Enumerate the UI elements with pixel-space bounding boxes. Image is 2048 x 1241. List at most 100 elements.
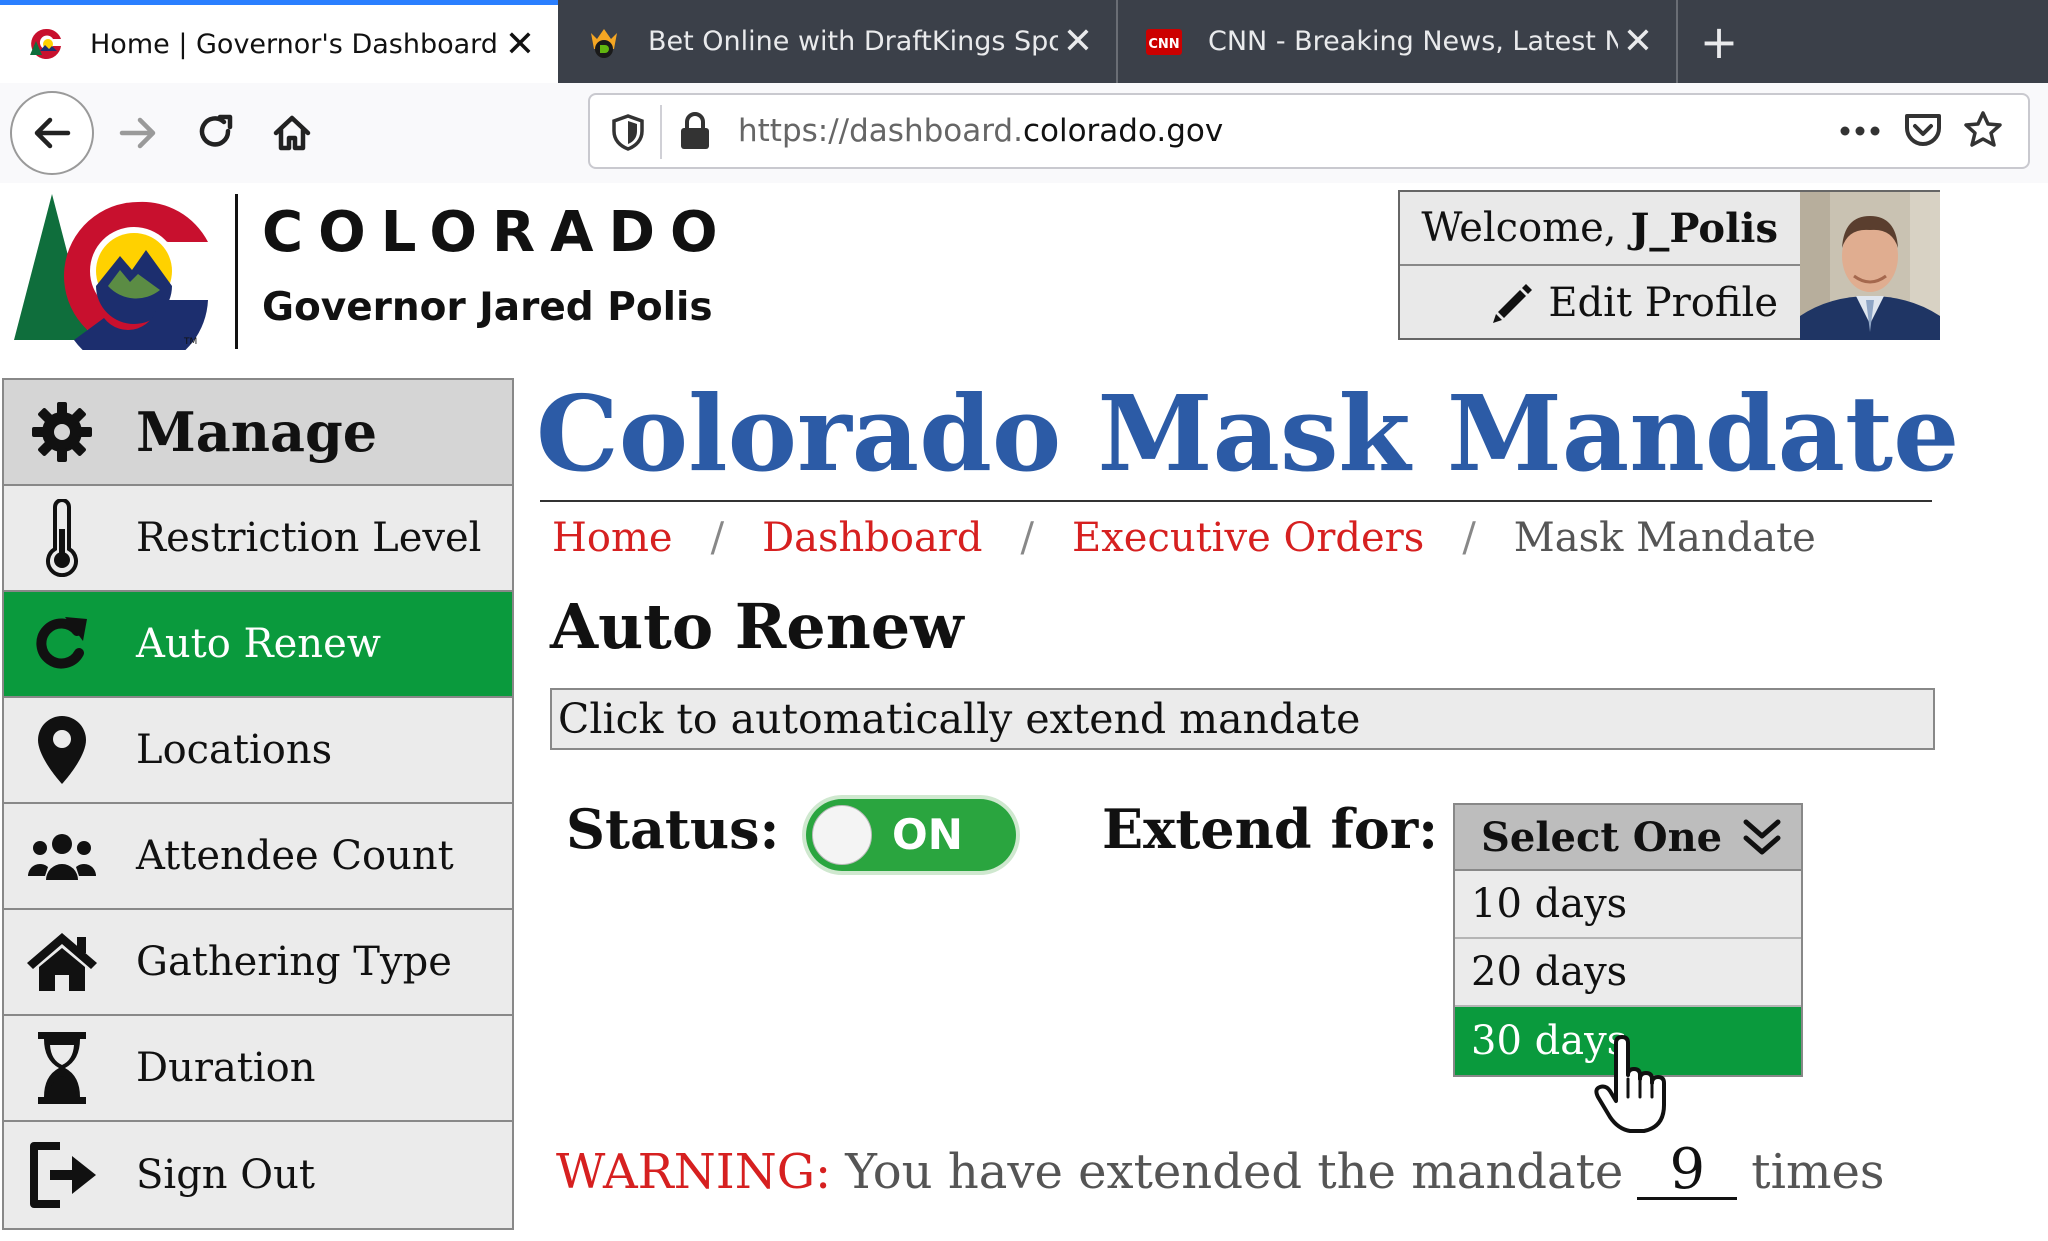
dropdown-placeholder: Select One bbox=[1481, 813, 1723, 861]
tab-title: Home | Governor's Dashboard bbox=[90, 28, 498, 60]
close-tab-icon[interactable]: ✕ bbox=[500, 24, 540, 65]
warning-suffix: times bbox=[1751, 1144, 1885, 1200]
hand-pointer-cursor-icon bbox=[1594, 1035, 1666, 1133]
warning-message: WARNING: You have extended the mandate 9… bbox=[556, 1142, 1885, 1200]
breadcrumb-dashboard[interactable]: Dashboard bbox=[762, 515, 982, 561]
url-domain: colorado.gov bbox=[1022, 113, 1224, 149]
lock-icon[interactable] bbox=[678, 111, 712, 151]
breadcrumb-current: Mask Mandate bbox=[1513, 515, 1816, 561]
sidebar-item-label: Locations bbox=[136, 727, 333, 773]
breadcrumb-separator: / bbox=[710, 515, 725, 561]
shield-icon[interactable] bbox=[610, 113, 646, 151]
extension-count: 9 bbox=[1637, 1142, 1738, 1200]
pencil-icon bbox=[1493, 284, 1533, 323]
sidebar-item-label: Gathering Type bbox=[136, 939, 452, 985]
tab-title: CNN - Breaking News, Latest N bbox=[1208, 26, 1618, 57]
state-name: COLORADO bbox=[262, 200, 733, 265]
sidebar-item-auto-renew[interactable]: Auto Renew bbox=[4, 592, 512, 698]
url-bar[interactable]: https://dashboard.colorado.gov bbox=[588, 93, 2030, 169]
svg-text:CNN: CNN bbox=[1148, 37, 1179, 52]
more-options-icon[interactable] bbox=[1838, 121, 1882, 141]
warning-prefix: WARNING: bbox=[556, 1144, 832, 1200]
house-icon bbox=[22, 931, 102, 993]
hourglass-icon bbox=[22, 1030, 102, 1106]
url-prefix: https://dashboard. bbox=[738, 113, 1023, 149]
section-title: Auto Renew bbox=[550, 590, 964, 663]
forward-arrow-icon bbox=[119, 117, 156, 149]
sidebar-item-locations[interactable]: Locations bbox=[4, 698, 512, 804]
reload-button[interactable] bbox=[184, 101, 248, 165]
refresh-icon bbox=[22, 613, 102, 675]
breadcrumb-separator: / bbox=[1462, 515, 1476, 561]
pocket-icon[interactable] bbox=[1902, 109, 1944, 151]
draftkings-favicon-icon bbox=[584, 22, 624, 62]
breadcrumb-home[interactable]: Home bbox=[552, 515, 673, 561]
home-button[interactable] bbox=[260, 101, 324, 165]
sidebar-header-label: Manage bbox=[136, 400, 378, 464]
status-toggle[interactable]: ON bbox=[806, 799, 1016, 871]
sidebar-item-label: Restriction Level bbox=[136, 515, 482, 561]
sidebar-item-restriction-level[interactable]: Restriction Level bbox=[4, 486, 512, 592]
sidebar-item-label: Sign Out bbox=[136, 1152, 315, 1198]
edit-profile-button[interactable]: Edit Profile bbox=[1400, 266, 1800, 340]
welcome-label: Welcome, bbox=[1421, 205, 1617, 251]
svg-text:TM: TM bbox=[183, 337, 197, 347]
back-button[interactable] bbox=[10, 91, 94, 175]
tab-governors-dashboard[interactable]: Home | Governor's Dashboard ✕ bbox=[0, 0, 558, 83]
new-tab-button[interactable]: + bbox=[1695, 12, 1743, 72]
sidebar-item-label: Auto Renew bbox=[136, 621, 381, 667]
colorado-favicon-icon bbox=[26, 24, 66, 64]
page-title: Colorado Mask Mandate bbox=[536, 372, 1960, 495]
gear-icon bbox=[22, 400, 102, 464]
sidebar: Manage Restriction Level Auto Renew Loca… bbox=[2, 378, 514, 1230]
tab-bar: Home | Governor's Dashboard ✕ Bet Online… bbox=[0, 0, 2048, 83]
double-chevron-down-icon bbox=[1743, 819, 1781, 855]
avatar[interactable] bbox=[1800, 192, 1940, 340]
logo-divider bbox=[235, 194, 238, 349]
users-icon bbox=[22, 830, 102, 882]
home-icon bbox=[273, 115, 311, 151]
cnn-favicon-icon: CNN bbox=[1144, 22, 1184, 62]
username: J_Polis bbox=[1630, 204, 1778, 252]
forward-button[interactable] bbox=[106, 101, 170, 165]
sign-out-icon bbox=[22, 1140, 102, 1210]
edit-profile-label: Edit Profile bbox=[1548, 280, 1778, 326]
sidebar-item-label: Attendee Count bbox=[136, 833, 454, 879]
url-divider bbox=[660, 105, 662, 159]
breadcrumb-separator: / bbox=[1020, 515, 1035, 561]
reload-icon bbox=[199, 114, 233, 147]
dropdown-option-20-days[interactable]: 20 days bbox=[1455, 939, 1801, 1007]
sidebar-item-duration[interactable]: Duration bbox=[4, 1016, 512, 1122]
navigation-bar: https://dashboard.colorado.gov bbox=[0, 83, 2048, 183]
dropdown-option-10-days[interactable]: 10 days bbox=[1455, 871, 1801, 939]
close-tab-icon[interactable]: ✕ bbox=[1058, 21, 1098, 62]
sidebar-item-sign-out[interactable]: Sign Out bbox=[4, 1122, 512, 1228]
breadcrumb-executive-orders[interactable]: Executive Orders bbox=[1072, 515, 1424, 561]
dropdown-trigger[interactable]: Select One bbox=[1455, 805, 1801, 871]
title-divider bbox=[540, 500, 1932, 502]
sidebar-header-manage: Manage bbox=[4, 380, 512, 486]
sidebar-item-label: Duration bbox=[136, 1045, 316, 1091]
tab-title: Bet Online with DraftKings Spor bbox=[648, 26, 1058, 57]
section-description: Click to automatically extend mandate bbox=[550, 688, 1935, 750]
toggle-knob[interactable] bbox=[812, 805, 872, 865]
close-tab-icon[interactable]: ✕ bbox=[1618, 21, 1658, 62]
profile-box: Welcome, J_Polis Edit Profile bbox=[1398, 190, 1940, 340]
url-text[interactable]: https://dashboard.colorado.gov bbox=[738, 113, 1223, 149]
welcome-message: Welcome, J_Polis bbox=[1400, 192, 1800, 266]
back-arrow-icon bbox=[34, 117, 71, 149]
toggle-state-label: ON bbox=[892, 810, 963, 859]
map-pin-icon bbox=[22, 714, 102, 786]
tab-draftkings[interactable]: Bet Online with DraftKings Spor ✕ bbox=[558, 0, 1118, 83]
breadcrumb: Home / Dashboard / Executive Orders / Ma… bbox=[552, 515, 1816, 561]
thermometer-icon bbox=[22, 499, 102, 577]
tab-cnn[interactable]: CNN CNN - Breaking News, Latest N ✕ bbox=[1118, 0, 1678, 83]
colorado-logo[interactable]: TM bbox=[8, 190, 214, 371]
sidebar-item-gathering-type[interactable]: Gathering Type bbox=[4, 910, 512, 1016]
warning-text: You have extended the mandate bbox=[845, 1144, 1624, 1200]
extend-label: Extend for: bbox=[1102, 797, 1439, 861]
sidebar-item-attendee-count[interactable]: Attendee Count bbox=[4, 804, 512, 910]
status-label: Status: bbox=[566, 797, 780, 861]
governor-name: Governor Jared Polis bbox=[262, 285, 713, 330]
bookmark-star-icon[interactable] bbox=[1962, 109, 2004, 151]
